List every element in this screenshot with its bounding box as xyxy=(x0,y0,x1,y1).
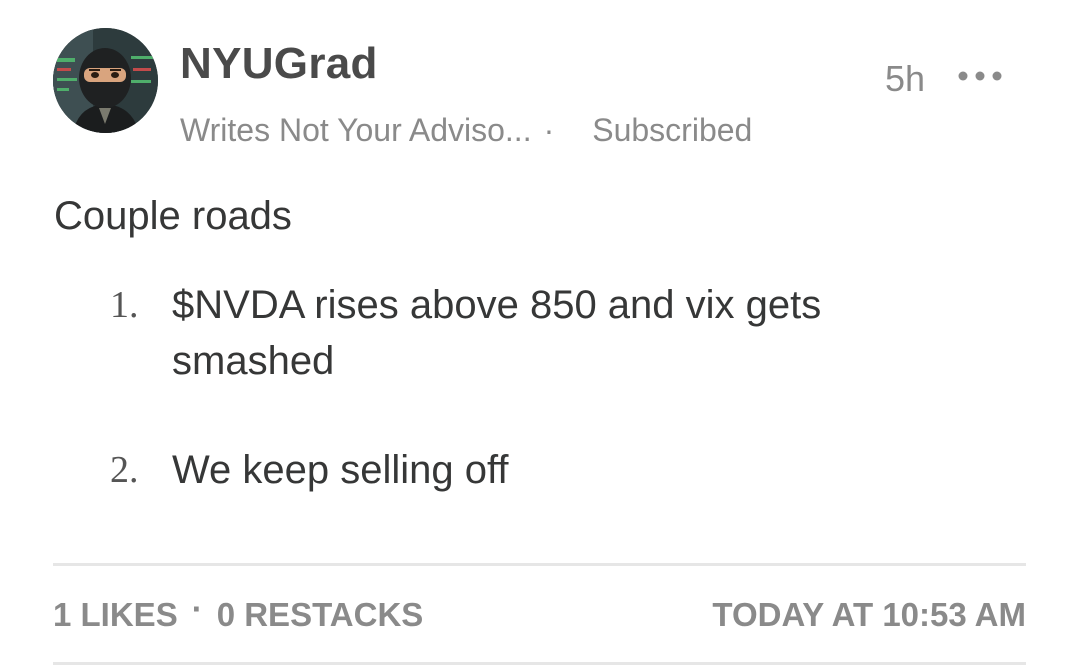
ninja-avatar-icon[interactable] xyxy=(53,28,158,133)
divider xyxy=(53,662,1026,665)
note-post: NYUGrad Writes Not Your Adviso... · Subscr… xyxy=(0,0,1079,670)
post-time: 5h xyxy=(885,58,926,99)
more-horizontal-icon[interactable] xyxy=(957,66,1003,86)
post-timestamp: TODAY AT 10:53 AM xyxy=(712,596,1026,633)
subscription-status[interactable]: Subscribed xyxy=(592,112,752,148)
byline-separator: · xyxy=(543,112,555,148)
restacks-count[interactable]: 0 RESTACKS xyxy=(217,596,424,633)
list-item-number: 1. xyxy=(110,284,139,326)
engagement-stats: 1 LIKES · 0 RESTACKS xyxy=(53,590,424,637)
author-name[interactable]: NYUGrad xyxy=(180,38,378,90)
divider xyxy=(53,563,1026,566)
list-item: 1. $NVDA rises above 850 and vix gets sm… xyxy=(110,277,990,389)
likes-count[interactable]: 1 LIKES xyxy=(53,596,178,633)
post-intro: Couple roads xyxy=(54,194,292,238)
list-item: 2. We keep selling off xyxy=(110,442,990,498)
list-item-text: We keep selling off xyxy=(172,448,509,492)
publication-link[interactable]: Writes Not Your Adviso... xyxy=(180,112,532,148)
list-item-text: $NVDA rises above 850 and vix gets smash… xyxy=(172,283,822,383)
byline: Writes Not Your Adviso... · Subscribed xyxy=(180,110,752,150)
footer-separator: · xyxy=(191,590,203,627)
list-item-number: 2. xyxy=(110,449,139,491)
